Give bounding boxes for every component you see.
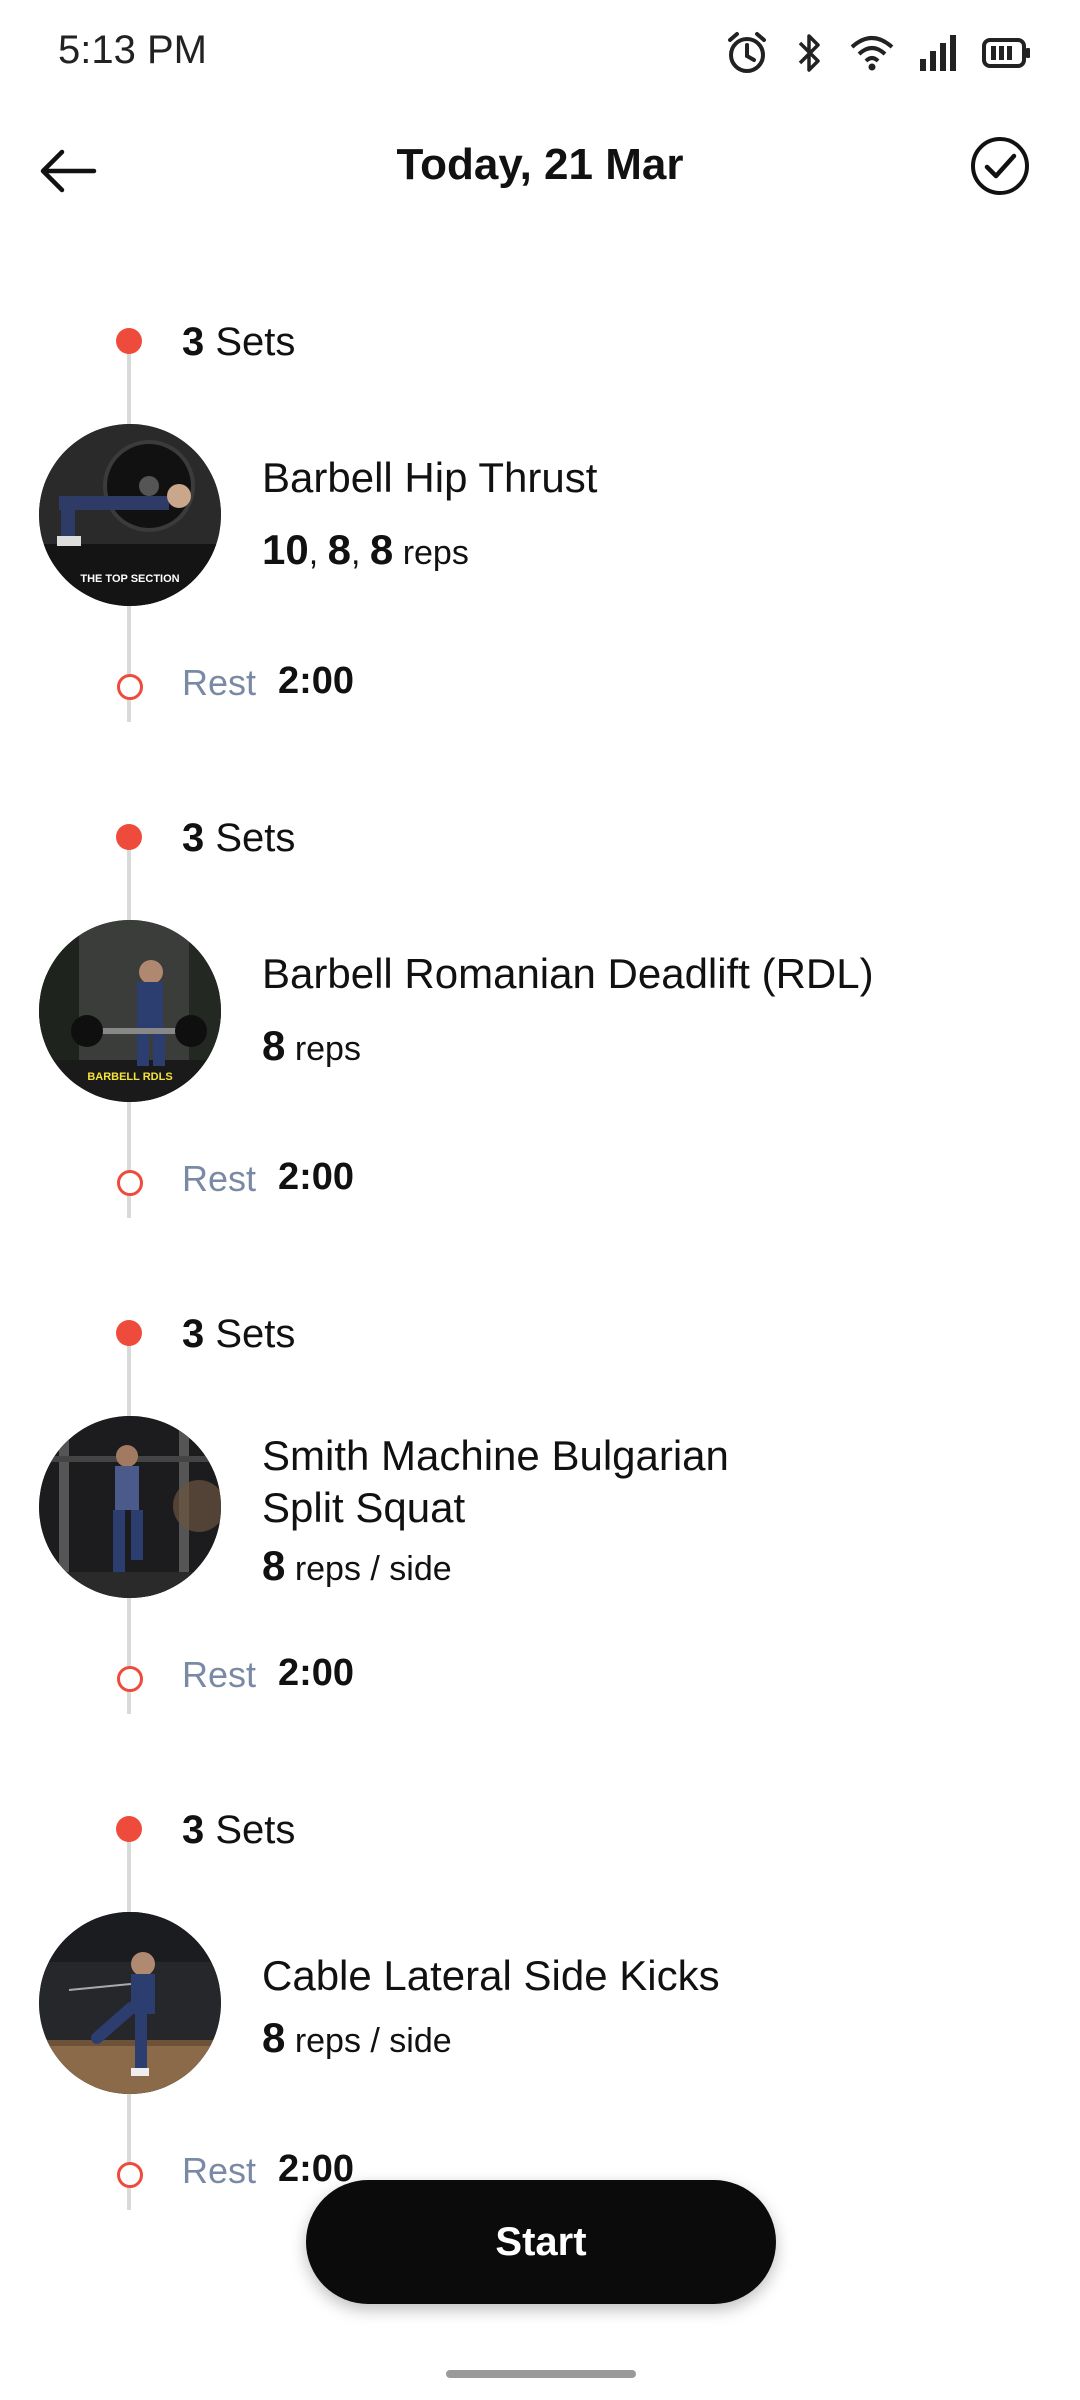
exercise-reps: 10, 8, 8 reps [262,526,469,574]
check-circle-icon [968,137,1032,202]
sets-dot [116,1320,142,1346]
exercise-name-line: Split Squat [262,1484,466,1531]
reps-value: 8 [369,526,394,573]
signal-icon [918,33,960,73]
sets-count: 3 [182,816,205,860]
sets-count: 3 [182,1808,205,1852]
exercise-name-line: Cable Lateral Side Kicks [262,1952,720,1999]
rest-label: Rest [182,1654,257,1695]
status-time: 5:13 PM [58,28,207,72]
exercise-block: 3 Sets THE TOP SECTION Barbell Hip Thrus… [0,290,1080,786]
exercise-name[interactable]: Barbell Hip Thrust [262,452,1022,504]
sets-count: 3 [182,320,205,364]
rest-dot [117,1666,143,1692]
sets-word: Sets [215,1312,296,1356]
reps-separator: , [308,534,328,572]
sets-label: 3 Sets [182,816,295,861]
rest-dot [117,674,143,700]
workout-timeline: 3 Sets THE TOP SECTION Barbell Hip Thrus… [0,290,1080,2274]
exercise-name-line: Barbell Hip Thrust [262,454,598,501]
exercise-name[interactable]: Cable Lateral Side Kicks [262,1950,1022,2002]
thumbnail-caption: THE TOP SECTION [80,573,179,585]
exercise-name-line: Barbell Romanian Deadlift (RDL) [262,950,874,997]
exercise-block: 3 Sets BARBELL RDLS Barbell Romanian Dea… [0,786,1080,1282]
rest-time[interactable]: 2:00 [278,1156,354,1199]
rest-label: Rest [182,662,257,703]
exercise-reps: 8 reps / side [262,2014,452,2062]
exercise-thumbnail[interactable]: BARBELL RDLS [39,920,221,1102]
sets-dot [116,328,142,354]
status-bar: 5:13 PM [0,0,1080,110]
rest-dot [117,2162,143,2188]
status-icons [724,30,1032,76]
reps-value: 8 [262,1022,286,1069]
app-header: Today, 21 Mar [0,110,1080,230]
exercise-thumbnail[interactable] [39,1912,221,2094]
sets-label: 3 Sets [182,1312,295,1357]
rest-label: Rest [182,2150,257,2191]
sets-word: Sets [215,816,296,860]
reps-unit: reps [294,1030,361,1068]
alarm-icon [724,30,770,76]
reps-value: 10 [262,526,309,573]
page-title: Today, 21 Mar [396,140,684,189]
reps-value: 8 [327,526,351,573]
sets-word: Sets [215,1808,296,1852]
rest-time[interactable]: 2:00 [278,1652,354,1695]
sets-label: 3 Sets [182,1808,295,1853]
sets-word: Sets [215,320,296,364]
reps-value: 8 [262,1542,286,1589]
sets-count: 3 [182,1312,205,1356]
rest-label: Rest [182,1158,257,1199]
exercise-thumbnail[interactable] [39,1416,221,1598]
reps-unit: reps / side [294,1550,452,1588]
exercise-reps: 8 reps [262,1022,361,1070]
exercise-reps: 8 reps / side [262,1542,452,1590]
exercise-block: 3 Sets Smith Machine Bulgarian Split Squa… [0,1282,1080,1778]
start-workout-button[interactable]: Start [306,2180,776,2304]
reps-separator: , [350,534,370,572]
rest-dot [117,1170,143,1196]
exercise-name[interactable]: Barbell Romanian Deadlift (RDL) [262,948,1022,1000]
thumbnail-caption: BARBELL RDLS [87,1071,172,1083]
complete-workout-button[interactable] [968,134,1032,198]
battery-icon [982,36,1032,70]
home-indicator[interactable] [446,2370,636,2378]
rest-time[interactable]: 2:00 [278,660,354,703]
bluetooth-icon [792,30,826,76]
arrow-left-icon [34,149,104,210]
wifi-icon [848,33,896,73]
exercise-thumbnail[interactable]: THE TOP SECTION [39,424,221,606]
sets-dot [116,824,142,850]
exercise-name-line: Smith Machine Bulgarian [262,1432,729,1479]
exercise-name[interactable]: Smith Machine Bulgarian Split Squat [262,1430,1022,1534]
reps-value: 8 [262,2014,286,2061]
reps-unit: reps / side [294,2022,452,2060]
reps-unit: reps [402,534,469,572]
sets-label: 3 Sets [182,320,295,365]
sets-dot [116,1816,142,1842]
